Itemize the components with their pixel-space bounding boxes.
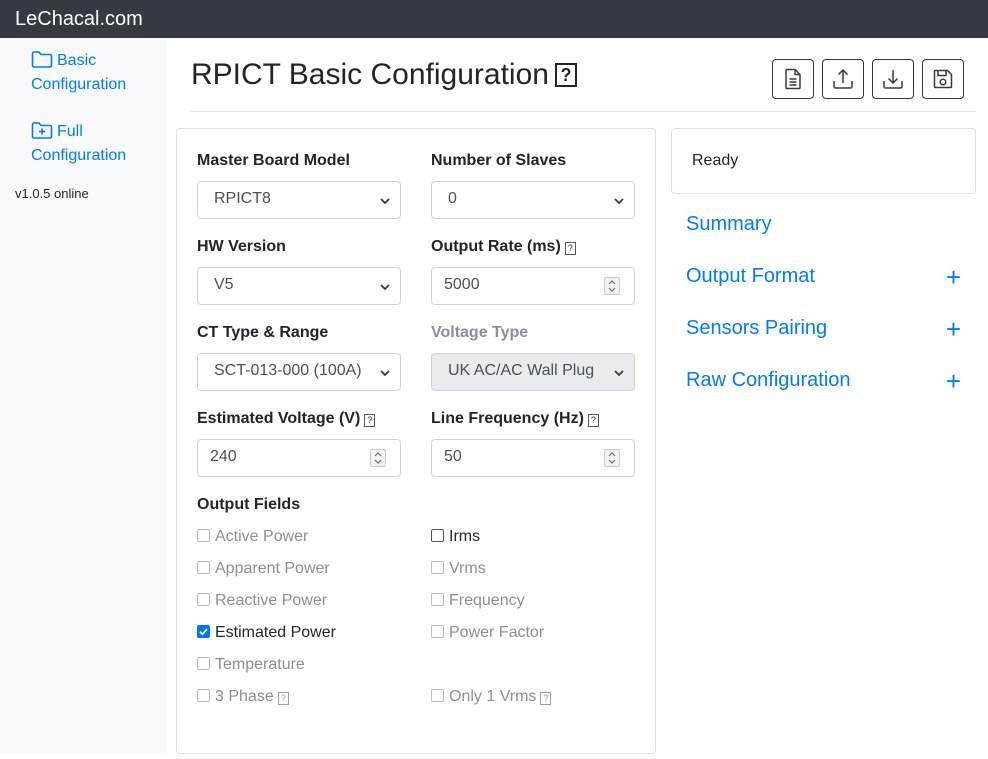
help-icon[interactable]: ? — [554, 63, 577, 87]
number-spinner[interactable] — [604, 277, 620, 295]
checkmark-icon — [199, 628, 208, 636]
checkbox-power-factor[interactable]: Power Factor — [431, 624, 544, 642]
slaves-label: Number of Slaves — [431, 152, 567, 169]
checkbox-frequency[interactable]: Frequency — [431, 592, 525, 610]
help-icon[interactable]: ? — [564, 242, 576, 255]
brand-logo[interactable]: LeChacal.com — [15, 8, 143, 31]
number-spinner[interactable] — [370, 449, 386, 467]
master-board-select[interactable]: RPICT8 — [197, 181, 401, 219]
accordion-output-format[interactable]: Output Format + — [686, 264, 961, 290]
checkbox-box[interactable] — [197, 689, 210, 702]
checkbox-estimated-power[interactable]: Estimated Power — [197, 624, 336, 642]
output-rate-input[interactable]: 5000 — [431, 267, 635, 305]
hw-version-label: HW Version — [197, 238, 286, 255]
status-panel: Ready — [671, 128, 976, 194]
checkbox-box[interactable] — [431, 529, 444, 542]
version-label: v1.0.5 online — [15, 186, 89, 201]
help-icon[interactable]: ? — [587, 414, 599, 427]
checkbox-box[interactable] — [431, 561, 444, 574]
save-button[interactable] — [922, 59, 964, 99]
chevron-down-icon — [380, 198, 390, 205]
spinner-arrows-icon — [374, 452, 382, 464]
plus-icon[interactable]: + — [946, 316, 961, 342]
checkbox-box[interactable] — [431, 625, 444, 638]
floppy-disk-icon — [933, 69, 953, 89]
top-navbar: LeChacal.com — [0, 0, 988, 38]
chevron-down-icon — [380, 370, 390, 377]
basic-config-card: Master Board Model RPICT8 Number of Slav… — [176, 128, 656, 754]
checkbox-reactive-power[interactable]: Reactive Power — [197, 592, 327, 610]
chevron-down-icon — [614, 370, 624, 377]
download-icon — [883, 70, 903, 89]
ct-type-select[interactable]: SCT-013-000 (100A) — [197, 353, 401, 391]
checkbox-box[interactable] — [197, 529, 210, 542]
checkbox-apparent-power[interactable]: Apparent Power — [197, 560, 330, 578]
checkbox-3-phase[interactable]: 3 Phase? — [197, 688, 289, 706]
line-frequency-label: Line Frequency (Hz)? — [431, 410, 599, 428]
master-board-label: Master Board Model — [197, 152, 350, 169]
folder-plus-icon — [31, 122, 53, 139]
number-spinner[interactable] — [604, 449, 620, 467]
accordion-summary[interactable]: Summary — [686, 213, 961, 236]
help-icon[interactable]: ? — [540, 692, 552, 705]
chevron-down-icon — [614, 198, 624, 205]
hw-version-select[interactable]: V5 — [197, 267, 401, 305]
spinner-arrows-icon — [608, 280, 616, 292]
title-divider — [191, 111, 976, 112]
accordion-raw-configuration[interactable]: Raw Configuration + — [686, 368, 961, 394]
sidebar-item-full-configuration[interactable]: Full Configuration — [31, 120, 161, 168]
slaves-select[interactable]: 0 — [431, 181, 635, 219]
sidebar-item-basic-configuration[interactable]: Basic Configuration — [31, 49, 161, 97]
checkbox-vrms[interactable]: Vrms — [431, 560, 486, 578]
checkbox-box[interactable] — [431, 689, 444, 702]
sidebar: Basic Configuration Full Configuration v… — [0, 38, 167, 754]
status-text: Ready — [692, 152, 739, 169]
upload-button[interactable] — [822, 59, 864, 99]
folder-icon — [31, 51, 53, 68]
voltage-type-select: UK AC/AC Wall Plug — [431, 353, 635, 391]
checkbox-only-1-vrms[interactable]: Only 1 Vrms? — [431, 688, 552, 706]
checkbox-temperature[interactable]: Temperature — [197, 656, 305, 674]
output-rate-label: Output Rate (ms)? — [431, 238, 576, 256]
checkbox-box[interactable] — [197, 657, 210, 670]
estimated-voltage-label: Estimated Voltage (V)? — [197, 410, 376, 428]
checkbox-box[interactable] — [197, 561, 210, 574]
accordion-sensors-pairing[interactable]: Sensors Pairing + — [686, 316, 961, 342]
download-button[interactable] — [872, 59, 914, 99]
estimated-voltage-input[interactable]: 240 — [197, 439, 401, 477]
plus-icon[interactable]: + — [946, 264, 961, 290]
checkbox-irms[interactable]: Irms — [431, 528, 480, 546]
help-icon[interactable]: ? — [364, 414, 376, 427]
help-icon[interactable]: ? — [277, 692, 289, 705]
output-fields-label: Output Fields — [197, 496, 301, 513]
line-frequency-input[interactable]: 50 — [431, 439, 635, 477]
plus-icon[interactable]: + — [946, 368, 961, 394]
checkbox-active-power[interactable]: Active Power — [197, 528, 308, 546]
checkbox-box[interactable] — [431, 593, 444, 606]
page-title: RPICT Basic Configuration? — [191, 58, 577, 92]
file-text-icon — [785, 68, 801, 90]
spinner-arrows-icon — [608, 452, 616, 464]
voltage-type-label: Voltage Type — [431, 324, 529, 341]
chevron-down-icon — [380, 284, 390, 291]
checkbox-box[interactable] — [197, 593, 210, 606]
ct-type-label: CT Type & Range — [197, 324, 329, 341]
view-document-button[interactable] — [772, 59, 814, 99]
checkbox-box[interactable] — [197, 625, 210, 638]
upload-icon — [833, 68, 853, 89]
